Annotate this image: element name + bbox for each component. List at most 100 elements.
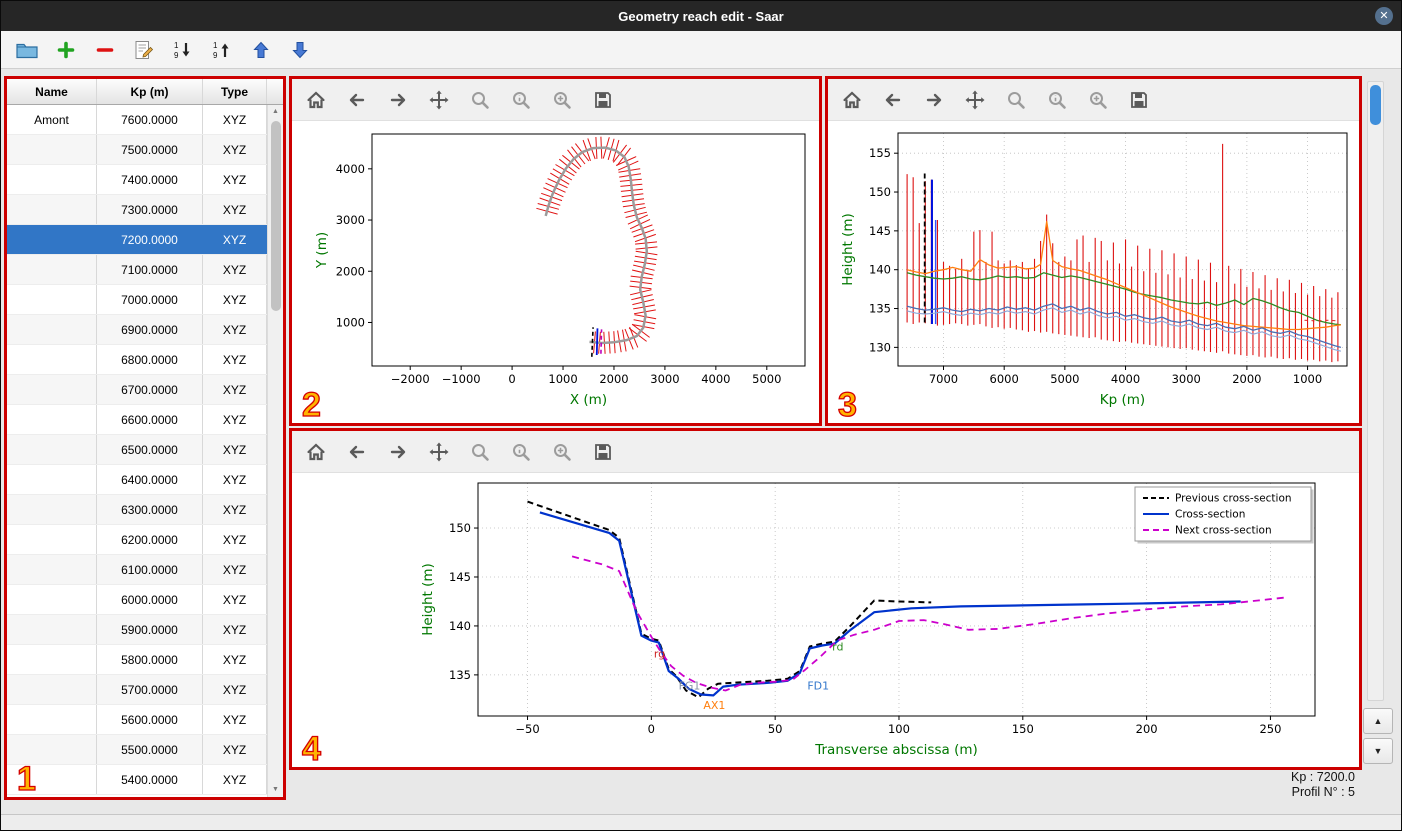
longitudinal-profile-plot[interactable]: 7000 6000 5000 4000 3000 2000 1000 130 135 140 145… <box>828 121 1359 422</box>
table-row[interactable]: 6400.0000 XYZ <box>7 465 267 495</box>
back-icon[interactable] <box>345 440 369 464</box>
table-row[interactable]: 7100.0000 XYZ <box>7 255 267 285</box>
table-cell[interactable]: XYZ <box>203 705 267 734</box>
pan-icon[interactable] <box>427 440 451 464</box>
home-icon[interactable] <box>304 440 328 464</box>
table-row[interactable]: 6900.0000 XYZ <box>7 315 267 345</box>
table-row[interactable]: 6000.0000 XYZ <box>7 585 267 615</box>
table-cell[interactable]: XYZ <box>203 495 267 524</box>
table-cell[interactable]: 5400.0000 <box>97 765 203 794</box>
table-cell[interactable]: 7000.0000 <box>97 285 203 314</box>
sort-descending-icon[interactable]: 19 <box>210 38 234 62</box>
zoom-rect-icon[interactable] <box>1086 88 1110 112</box>
table-row[interactable]: 6800.0000 XYZ <box>7 345 267 375</box>
move-down-arrow-icon[interactable] <box>288 38 312 62</box>
table-cell[interactable]: XYZ <box>203 225 267 254</box>
zoom-icon[interactable] <box>468 440 492 464</box>
table-cell[interactable] <box>7 345 97 374</box>
zoom-rect-icon[interactable] <box>550 440 574 464</box>
profile-scrollbar[interactable] <box>1367 81 1384 701</box>
table-cell[interactable] <box>7 465 97 494</box>
table-cell[interactable]: XYZ <box>203 615 267 644</box>
table-cell[interactable] <box>7 285 97 314</box>
table-cell[interactable] <box>7 615 97 644</box>
pan-icon[interactable] <box>427 88 451 112</box>
table-cell[interactable]: 5500.0000 <box>97 735 203 764</box>
profile-scrollbar-thumb[interactable] <box>1370 85 1381 125</box>
table-row[interactable]: 7000.0000 XYZ <box>7 285 267 315</box>
add-profile-plus-icon[interactable] <box>54 38 78 62</box>
table-cell[interactable]: XYZ <box>203 255 267 284</box>
table-row[interactable]: 6100.0000 XYZ <box>7 555 267 585</box>
move-up-arrow-icon[interactable] <box>249 38 273 62</box>
table-row[interactable]: 6600.0000 XYZ <box>7 405 267 435</box>
home-icon[interactable] <box>840 88 864 112</box>
table-cell[interactable] <box>7 585 97 614</box>
table-row[interactable]: 7200.0000 XYZ <box>7 225 267 255</box>
table-row[interactable]: 5600.0000 XYZ <box>7 705 267 735</box>
next-profile-button[interactable]: ▼ <box>1363 738 1393 764</box>
table-cell[interactable] <box>7 555 97 584</box>
table-cell[interactable]: XYZ <box>203 285 267 314</box>
table-cell[interactable]: XYZ <box>203 345 267 374</box>
table-cell[interactable]: XYZ <box>203 525 267 554</box>
table-cell[interactable]: XYZ <box>203 135 267 164</box>
table-cell[interactable]: XYZ <box>203 105 267 134</box>
table-cell[interactable] <box>7 705 97 734</box>
table-cell[interactable]: XYZ <box>203 555 267 584</box>
table-row[interactable]: 6500.0000 XYZ <box>7 435 267 465</box>
table-cell[interactable]: 7300.0000 <box>97 195 203 224</box>
table-scrollbar[interactable]: ▲ ▼ <box>267 105 283 797</box>
table-cell[interactable]: 6500.0000 <box>97 435 203 464</box>
table-cell[interactable]: XYZ <box>203 165 267 194</box>
sort-ascending-icon[interactable]: 19 <box>171 38 195 62</box>
table-cell[interactable] <box>7 525 97 554</box>
table-cell[interactable]: 6700.0000 <box>97 375 203 404</box>
table-cell[interactable] <box>7 195 97 224</box>
save-icon[interactable] <box>591 88 615 112</box>
table-cell[interactable]: 5700.0000 <box>97 675 203 704</box>
table-cell[interactable]: 6900.0000 <box>97 315 203 344</box>
table-row[interactable]: 5400.0000 XYZ <box>7 765 267 795</box>
table-cell[interactable] <box>7 495 97 524</box>
open-folder-icon[interactable] <box>15 38 39 62</box>
table-cell[interactable]: 6100.0000 <box>97 555 203 584</box>
table-cell[interactable]: XYZ <box>203 675 267 704</box>
column-header-name[interactable]: Name <box>7 79 97 104</box>
close-button[interactable]: ✕ <box>1375 7 1393 25</box>
remove-profile-minus-icon[interactable] <box>93 38 117 62</box>
table-cell[interactable]: XYZ <box>203 315 267 344</box>
zoom-info-icon[interactable] <box>1045 88 1069 112</box>
table-cell[interactable]: XYZ <box>203 585 267 614</box>
scroll-down-icon[interactable]: ▼ <box>268 783 283 797</box>
table-row[interactable]: 5800.0000 XYZ <box>7 645 267 675</box>
table-row[interactable]: 6700.0000 XYZ <box>7 375 267 405</box>
zoom-info-icon[interactable] <box>509 440 533 464</box>
table-cell[interactable]: XYZ <box>203 195 267 224</box>
cross-section-plot[interactable]: rg rd FG1AX1 FD1 −50 0 50 100 150 200 250 135 140 145… <box>292 473 1359 766</box>
zoom-icon[interactable] <box>1004 88 1028 112</box>
table-cell[interactable]: 6600.0000 <box>97 405 203 434</box>
table-scrollbar-thumb[interactable] <box>270 121 281 311</box>
table-row[interactable]: Amont 7600.0000 XYZ <box>7 105 267 135</box>
table-row[interactable]: 7500.0000 XYZ <box>7 135 267 165</box>
table-cell[interactable]: 6300.0000 <box>97 495 203 524</box>
table-cell[interactable]: 5900.0000 <box>97 615 203 644</box>
table-cell[interactable]: 7500.0000 <box>97 135 203 164</box>
table-cell[interactable]: 7100.0000 <box>97 255 203 284</box>
table-cell[interactable] <box>7 255 97 284</box>
table-cell[interactable] <box>7 165 97 194</box>
table-row[interactable]: 6300.0000 XYZ <box>7 495 267 525</box>
table-cell[interactable]: 6200.0000 <box>97 525 203 554</box>
table-cell[interactable] <box>7 675 97 704</box>
table-cell[interactable]: 7200.0000 <box>97 225 203 254</box>
edit-profile-icon[interactable] <box>132 38 156 62</box>
table-row[interactable]: 5700.0000 XYZ <box>7 675 267 705</box>
home-icon[interactable] <box>304 88 328 112</box>
table-cell[interactable]: XYZ <box>203 735 267 764</box>
scroll-up-icon[interactable]: ▲ <box>268 105 283 119</box>
table-cell[interactable]: Amont <box>7 105 97 134</box>
table-cell[interactable]: XYZ <box>203 435 267 464</box>
forward-icon[interactable] <box>386 440 410 464</box>
back-icon[interactable] <box>345 88 369 112</box>
